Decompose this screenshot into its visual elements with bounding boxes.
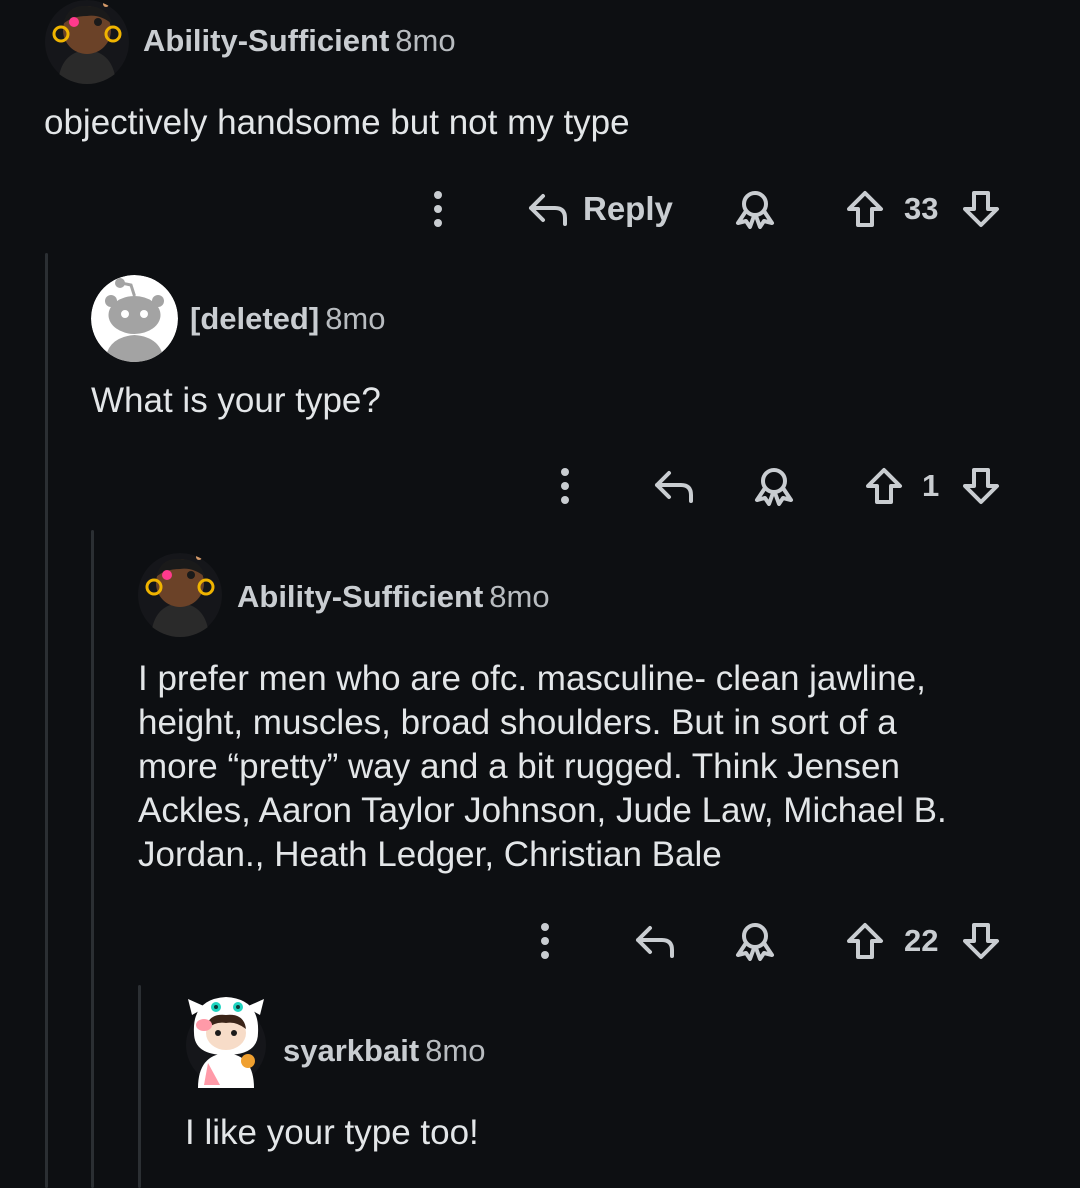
comment-text-line: height, muscles, broad shoulders. But in… (138, 703, 897, 742)
score-value: 1 (922, 468, 940, 503)
snoo-avatar-icon (45, 0, 129, 84)
reply-arrow-icon (529, 194, 567, 226)
thread-line-level-1[interactable] (45, 253, 48, 1188)
reply-button[interactable]: Reply (527, 185, 673, 233)
author-name[interactable]: [deleted] (190, 301, 319, 336)
vertical-ellipsis-icon (434, 191, 442, 227)
more-options-button[interactable] (425, 185, 451, 233)
comment-age: 8mo (489, 579, 550, 614)
upvote-button[interactable] (845, 917, 885, 965)
comment-age: 8mo (395, 23, 456, 58)
vertical-ellipsis-icon (541, 923, 549, 959)
thread-line-level-3[interactable] (138, 985, 141, 1188)
award-button[interactable] (733, 917, 777, 965)
comment-text-line: objectively handsome but not my type (44, 103, 630, 142)
vote-score: 1 (922, 462, 939, 510)
vote-score: 22 (904, 917, 938, 965)
snoo-avatar-icon (138, 553, 222, 637)
comment-meta: Ability-Sufficient 8mo (143, 23, 456, 59)
comment-meta: syarkbait 8mo (283, 1033, 485, 1069)
downvote-arrow-icon (963, 191, 999, 227)
author-name[interactable]: syarkbait (283, 1033, 419, 1068)
upvote-arrow-icon (847, 191, 883, 227)
comment-actions: 1 (0, 462, 1080, 510)
upvote-button[interactable] (845, 185, 885, 233)
comment-meta: Ability-Sufficient 8mo (237, 579, 550, 615)
comment-text-line: Ackles, Aaron Taylor Johnson, Jude Law, … (138, 791, 947, 830)
score-value: 22 (904, 923, 939, 958)
comment-meta: [deleted] 8mo (190, 301, 386, 337)
comment-age: 8mo (325, 301, 386, 336)
more-options-button[interactable] (552, 462, 578, 510)
user-avatar[interactable] (137, 553, 223, 637)
comment-body: I like your type too! (185, 1111, 479, 1155)
comment-age: 8mo (425, 1033, 486, 1068)
user-avatar[interactable] (91, 275, 178, 362)
upvote-button[interactable] (864, 462, 904, 510)
downvote-arrow-icon (963, 468, 999, 504)
score-value: 33 (904, 191, 939, 226)
vertical-ellipsis-icon (561, 468, 569, 504)
downvote-arrow-icon (963, 923, 999, 959)
author-name[interactable]: Ability-Sufficient (237, 579, 483, 614)
thread-line-level-2[interactable] (91, 530, 94, 1188)
reply-label: Reply (583, 190, 673, 227)
reply-button[interactable] (653, 462, 697, 510)
more-options-button[interactable] (532, 917, 558, 965)
comment-text-line: Jordan., Heath Ledger, Christian Bale (138, 835, 722, 874)
default-snoo-avatar-icon (91, 275, 178, 362)
reply-arrow-icon (636, 926, 674, 958)
comment-text-line: What is your type? (91, 381, 381, 420)
reply-arrow-icon (655, 471, 693, 503)
comment-text-line: I like your type too! (185, 1113, 479, 1152)
comment-text-line: I prefer men who are ofc. masculine- cle… (138, 659, 926, 698)
comment-actions: Reply 33 (0, 185, 1080, 233)
comment-actions: 22 (0, 917, 1080, 965)
upvote-arrow-icon (847, 923, 883, 959)
comment-body: I prefer men who are ofc. masculine- cle… (138, 657, 947, 877)
author-name[interactable]: Ability-Sufficient (143, 23, 389, 58)
downvote-button[interactable] (961, 462, 1001, 510)
award-icon (736, 923, 774, 961)
comment-body: objectively handsome but not my type (44, 101, 630, 145)
award-button[interactable] (752, 462, 796, 510)
award-icon (755, 468, 793, 506)
award-icon (736, 191, 774, 229)
user-avatar[interactable] (44, 0, 130, 84)
user-avatar[interactable] (186, 993, 270, 1088)
snoo-avatar-icon (186, 997, 266, 1088)
vote-score: 33 (904, 185, 938, 233)
award-button[interactable] (733, 185, 777, 233)
reply-button[interactable] (634, 917, 678, 965)
downvote-button[interactable] (961, 917, 1001, 965)
downvote-button[interactable] (961, 185, 1001, 233)
comment-text-line: more “pretty” way and a bit rugged. Thin… (138, 747, 900, 786)
upvote-arrow-icon (866, 468, 902, 504)
comment-body: What is your type? (91, 379, 381, 423)
